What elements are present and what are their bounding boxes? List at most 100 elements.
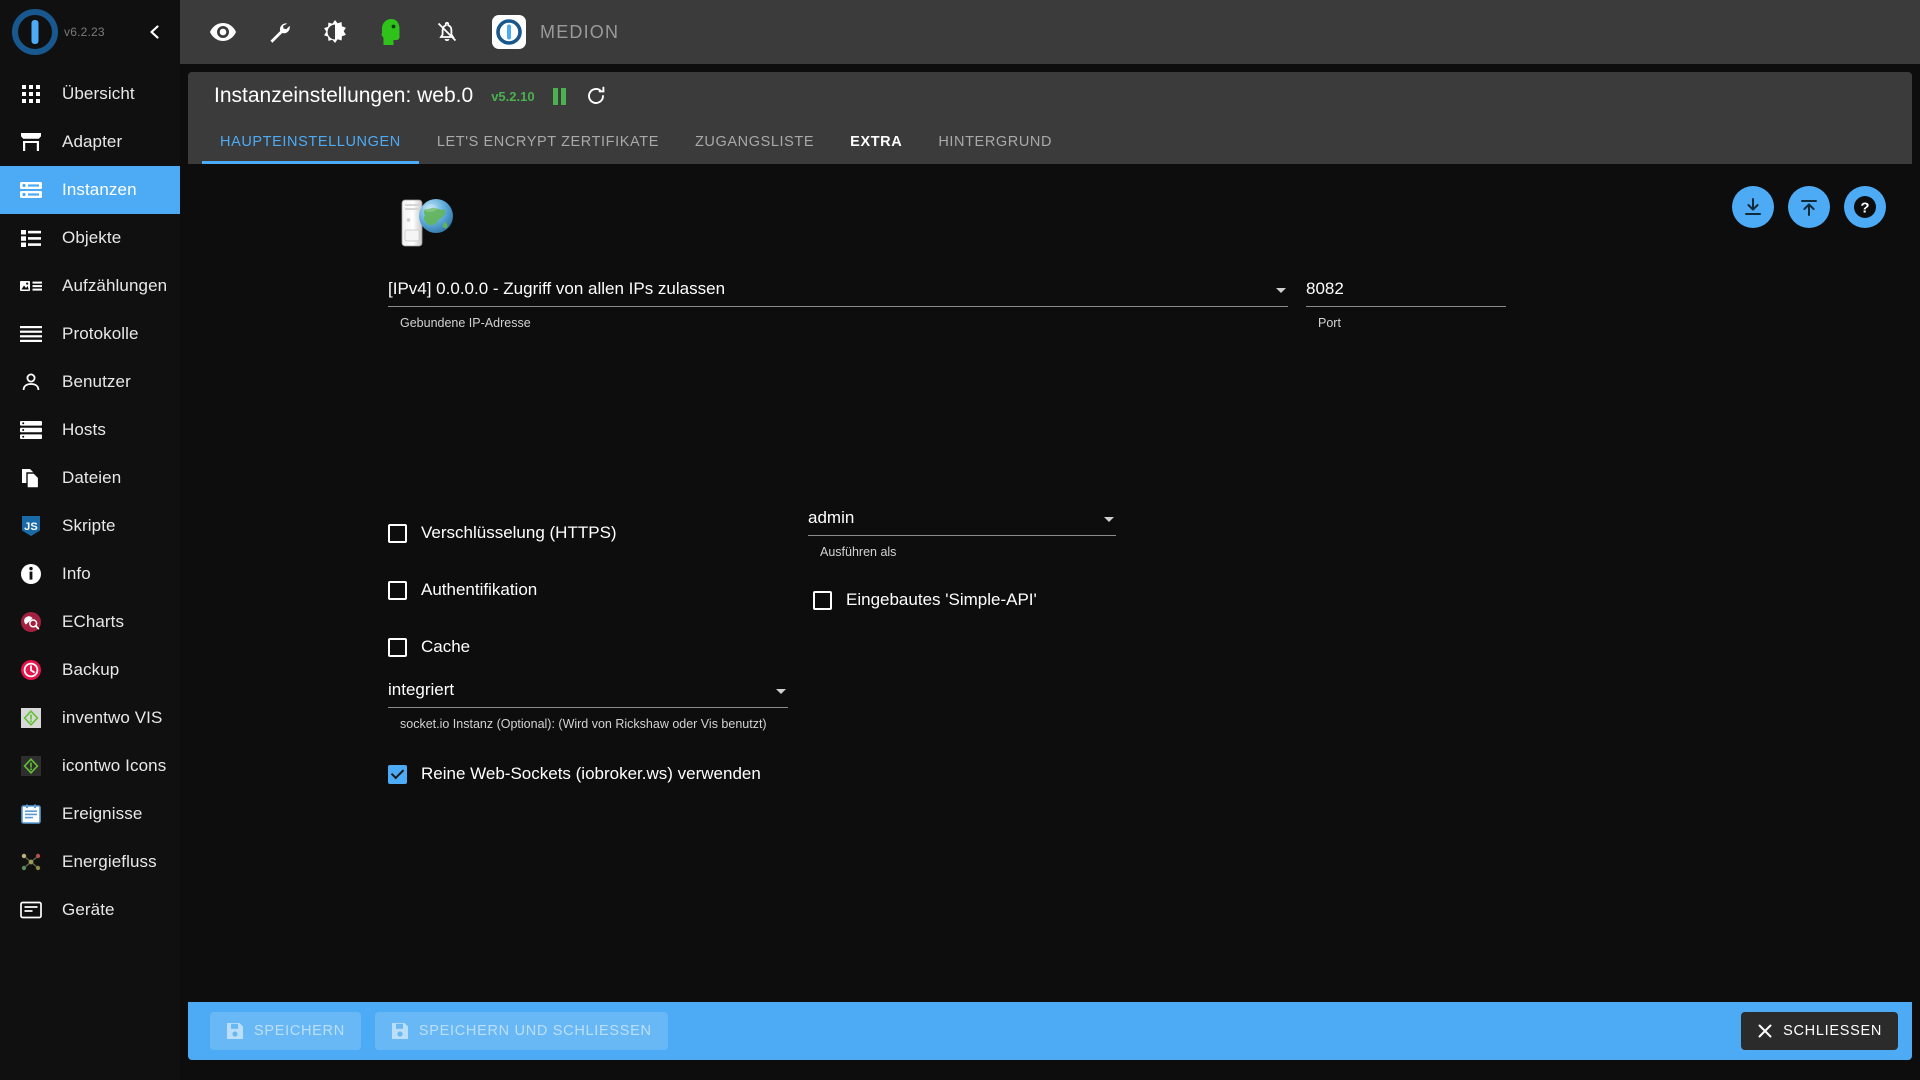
store-icon [18,130,44,154]
sidebar-item-aufzaehlungen[interactable]: Aufzählungen [0,262,180,310]
sidebar-item-ereignisse[interactable]: Ereignisse [0,790,180,838]
port-label: Port [1318,316,1341,330]
inventwo-icon [18,706,44,730]
list-icon [18,226,44,250]
sidebar-item-label: inventwo VIS [62,708,163,727]
save-button[interactable]: Speichern [210,1012,361,1050]
sidebar-item-echarts[interactable]: ECharts [0,598,180,646]
https-checkbox[interactable] [388,523,407,543]
enums-icon [18,274,44,298]
https-label: Verschlüsselung (HTTPS) [421,523,617,542]
tab-extra[interactable]: Extra [832,120,920,164]
sidebar-item-label: Instanzen [62,180,137,199]
https-checkbox-row[interactable]: Verschlüsselung (HTTPS) [388,523,617,543]
sidebar-item-label: Dateien [62,468,122,487]
events-icon [18,802,44,826]
sidebar-item-adapter[interactable]: Adapter [0,118,180,166]
tab-lets-encrypt-zertifikate[interactable]: Let's Encrypt Zertifikate [419,120,677,164]
chevron-down-icon [1276,288,1286,293]
sidebar-item-icontwo-icons[interactable]: icontwo Icons [0,742,180,790]
refresh-icon[interactable] [586,86,606,106]
sidebar-item-label: Aufzählungen [62,276,168,295]
save-and-close-label: Speichern und schliessen [418,1023,652,1039]
auth-checkbox[interactable] [388,580,407,600]
eye-icon[interactable] [208,17,238,47]
tab-zugangsliste[interactable]: Zugangsliste [677,120,832,164]
sidebar-item-inventwo-vis[interactable]: inventwo VIS [0,694,180,742]
lines-icon [18,322,44,346]
close-button[interactable]: Schliessen [1741,1012,1898,1050]
brand-group: MEDION [492,15,619,49]
socketio-label: socket.io Instanz (Optional): (Wird von … [400,717,767,731]
port-input[interactable]: 8082 [1306,279,1506,307]
tab-hintergrund[interactable]: Hintergrund [920,120,1070,164]
sidebar: v6.2.23 Übersicht Adapter Instanzen Obje… [0,0,180,1080]
pure-websockets-checkbox[interactable] [388,764,407,784]
tab-haupteinstellungen[interactable]: Haupteinstellungen [202,120,419,164]
echarts-icon [18,610,44,634]
info-icon [18,562,44,586]
sidebar-item-label: icontwo Icons [62,756,167,775]
simple-api-checkbox[interactable] [813,590,832,610]
sidebar-item-energiefluss[interactable]: Energiefluss [0,838,180,886]
port-value: 8082 [1306,279,1344,298]
cache-checkbox[interactable] [388,637,407,657]
socketio-value: integriert [388,680,455,699]
save-icon [226,1022,244,1040]
wrench-icon[interactable] [264,17,294,47]
simple-api-checkbox-row[interactable]: Eingebautes 'Simple-API' [813,590,1037,610]
sidebar-item-label: Protokolle [62,324,139,343]
sidebar-item-protokolle[interactable]: Protokolle [0,310,180,358]
footer-actions: Speichern Speichern und schliessen [188,1002,1912,1060]
expert-head-icon[interactable] [376,17,406,47]
brightness-icon[interactable] [320,17,350,47]
iobroker-logo-icon[interactable] [8,5,62,59]
adapter-version: v5.2.10 [491,88,535,104]
sidebar-item-geraete[interactable]: Geräte [0,886,180,934]
sidebar-item-benutzer[interactable]: Benutzer [0,358,180,406]
sidebar-item-info[interactable]: Info [0,550,180,598]
sidebar-item-hosts[interactable]: Hosts [0,406,180,454]
auth-label: Authentifikation [421,580,538,599]
sidebar-item-backup[interactable]: Backup [0,646,180,694]
cache-label: Cache [421,637,471,656]
settings-form: [IPv4] 0.0.0.0 - Zugriff von allen IPs z… [188,164,1912,1002]
pause-icon[interactable] [552,87,566,105]
sidebar-nav: Übersicht Adapter Instanzen Objekte Aufz… [0,64,180,1080]
sidebar-item-dateien[interactable]: Dateien [0,454,180,502]
pure-websockets-checkbox-row[interactable]: Reine Web-Sockets (iobroker.ws) verwende… [388,764,761,784]
sidebar-item-label: ECharts [62,612,125,631]
cache-checkbox-row[interactable]: Cache [388,637,470,657]
sidebar-item-label: Objekte [62,228,122,247]
icontwo-icon [18,754,44,778]
instances-icon [18,178,44,202]
person-icon [18,370,44,394]
sidebar-item-label: Backup [62,660,120,679]
devices-icon [18,898,44,922]
socketio-select[interactable]: integriert [388,680,788,708]
files-icon [18,466,44,490]
save-and-close-button[interactable]: Speichern und schliessen [374,1012,668,1050]
notifications-off-icon[interactable] [432,17,462,47]
port-field: 8082 Port [1306,279,1506,330]
sidebar-item-uebersicht[interactable]: Übersicht [0,70,180,118]
chevron-left-icon[interactable] [142,19,168,45]
main-area: MEDION Instanzeinstellungen: web.0 v5.2.… [180,0,1920,1080]
bind-ip-field: [IPv4] 0.0.0.0 - Zugriff von allen IPs z… [388,279,1288,330]
auth-checkbox-row[interactable]: Authentifikation [388,580,537,600]
run-as-select[interactable]: admin [808,508,1116,536]
top-toolbar: MEDION [180,0,1920,64]
simple-api-label: Eingebautes 'Simple-API' [846,590,1037,609]
sidebar-item-label: Geräte [62,900,115,919]
instance-settings-panel: Instanzeinstellungen: web.0 v5.2.10 Haup… [188,72,1912,1002]
grid-icon [18,82,44,106]
iobroker-logo-icon[interactable] [492,15,526,49]
sidebar-item-objekte[interactable]: Objekte [0,214,180,262]
sidebar-item-label: Skripte [62,516,116,535]
sidebar-item-label: Ereignisse [62,804,143,823]
run-as-value: admin [808,508,855,527]
bind-ip-select[interactable]: [IPv4] 0.0.0.0 - Zugriff von allen IPs z… [388,279,1288,307]
chevron-down-icon [1104,517,1114,522]
sidebar-item-instanzen[interactable]: Instanzen [0,166,180,214]
sidebar-item-skripte[interactable]: JS Skripte [0,502,180,550]
